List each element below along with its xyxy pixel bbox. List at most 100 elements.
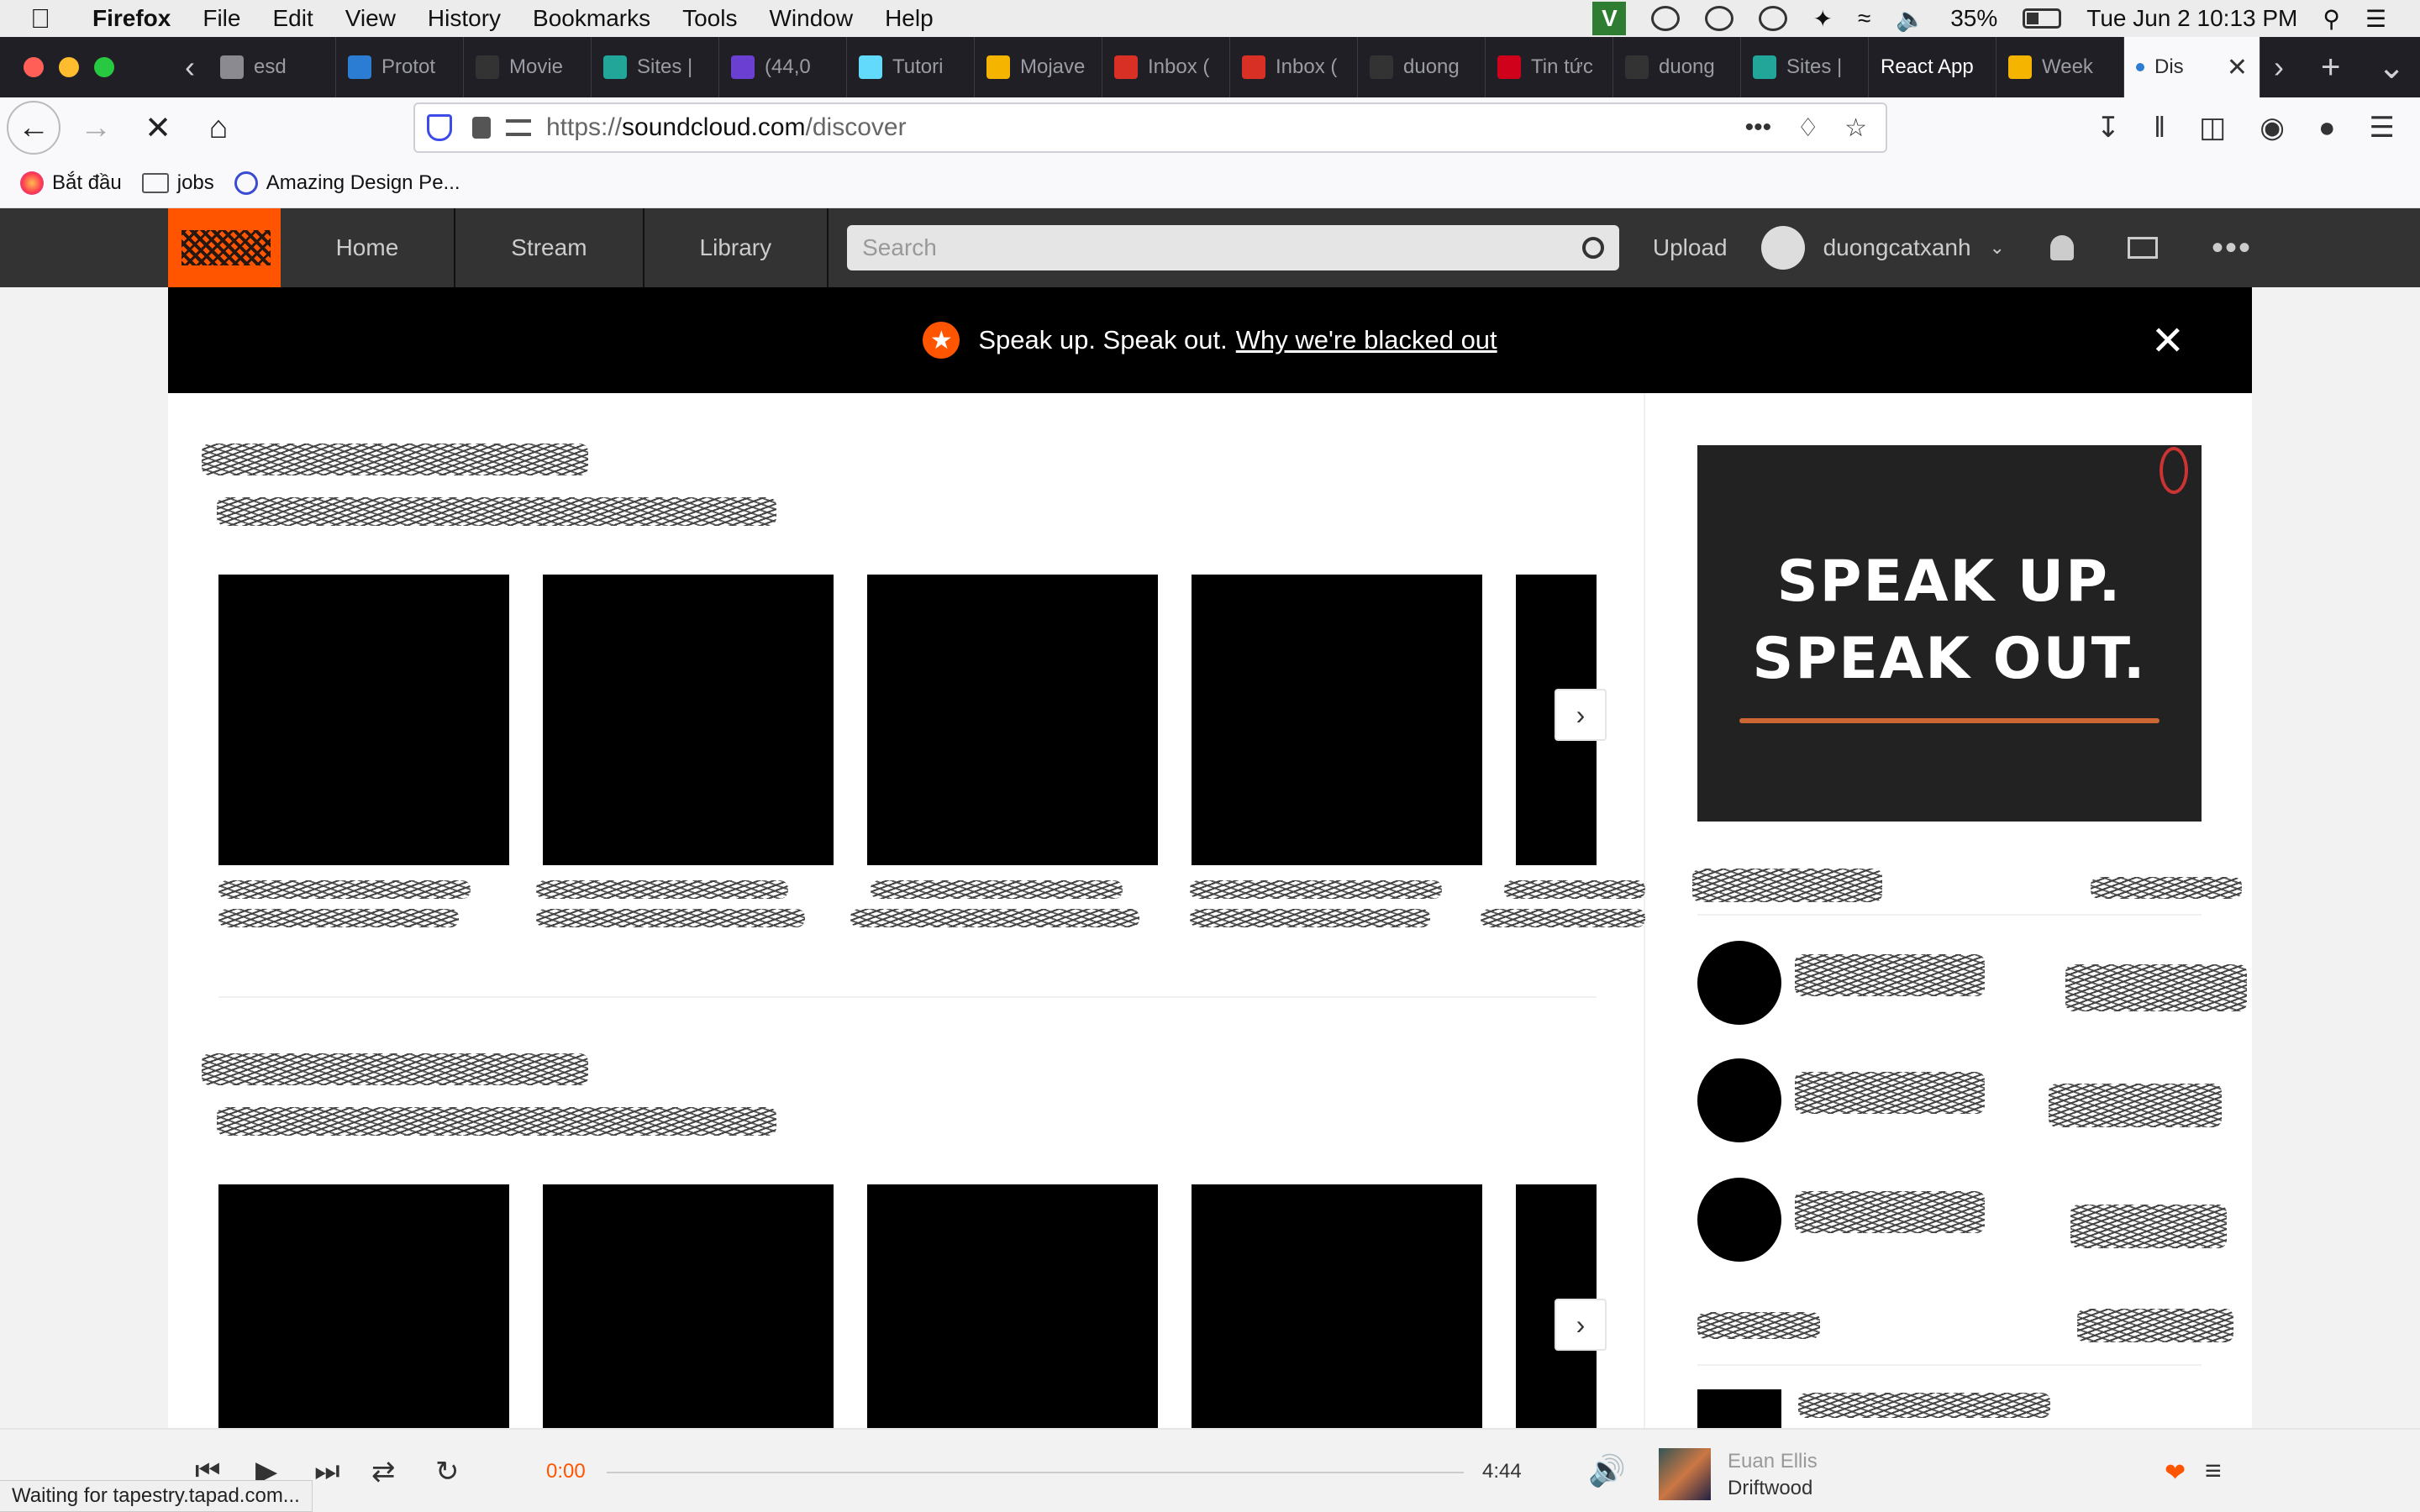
browser-tab[interactable]: Protot xyxy=(336,37,464,97)
scroll-tabs-right-icon[interactable]: › xyxy=(2260,37,2297,97)
volume-icon[interactable]: 🔊 xyxy=(1588,1453,1626,1488)
blackout-info-link[interactable]: Why we're blacked out xyxy=(1236,325,1497,355)
browser-tab[interactable]: Dis ✕ xyxy=(2124,37,2260,97)
browser-tab[interactable]: Inbox ( xyxy=(1230,37,1358,97)
notifications-bell-icon[interactable] xyxy=(2049,235,2074,260)
playlist-tile[interactable] xyxy=(218,575,509,865)
suggested-user-name-redacted[interactable] xyxy=(1795,1072,1985,1114)
carousel-next-icon[interactable]: › xyxy=(1555,1299,1607,1351)
browser-tab[interactable]: Week xyxy=(1996,37,2124,97)
repeat-icon[interactable]: ↻ xyxy=(435,1455,460,1488)
creative-cloud-icon[interactable] xyxy=(1705,6,1734,31)
notification-center-icon[interactable]: ☰ xyxy=(2365,5,2386,33)
soundcloud-logo-icon[interactable] xyxy=(168,208,281,287)
spotlight-search-icon[interactable]: ⚲ xyxy=(2323,5,2340,33)
page-actions-menu-icon[interactable]: ••• xyxy=(1745,113,1772,143)
browser-tab[interactable]: duong xyxy=(1613,37,1741,97)
follow-button-redacted[interactable] xyxy=(2049,1084,2222,1127)
menu-view[interactable]: View xyxy=(345,5,396,32)
tracking-protection-shield-icon[interactable] xyxy=(427,114,452,141)
moon-icon[interactable] xyxy=(1651,6,1681,31)
minimize-window-button[interactable] xyxy=(59,57,79,77)
nav-stream[interactable]: Stream xyxy=(455,208,644,287)
search-input[interactable]: Search xyxy=(847,225,1619,270)
more-options-icon[interactable]: ••• xyxy=(2212,229,2252,267)
url-bar[interactable]: https://soundcloud.com/discover ••• ♢ ☆ xyxy=(413,102,1887,153)
playlist-tile[interactable] xyxy=(1192,575,1482,865)
hamburger-menu-icon[interactable]: ☰ xyxy=(2370,111,2395,144)
shuffle-icon[interactable]: ⇄ xyxy=(371,1455,396,1488)
browser-tab[interactable]: Tin tức xyxy=(1486,37,1613,97)
home-button[interactable]: ⌂ xyxy=(192,101,245,155)
sidebar-link-redacted[interactable] xyxy=(2091,877,2242,899)
likes-track-artwork[interactable] xyxy=(1697,1389,1781,1428)
list-all-tabs-icon[interactable]: ⌄ xyxy=(2377,48,2406,87)
playlist-tile[interactable] xyxy=(1192,1184,1482,1428)
browser-tab[interactable]: Inbox ( xyxy=(1102,37,1230,97)
close-window-button[interactable] xyxy=(24,57,44,77)
permissions-icon[interactable] xyxy=(506,119,531,136)
sidebar-toggle-icon[interactable]: ◫ xyxy=(2199,111,2226,144)
playlist-tile[interactable] xyxy=(867,575,1158,865)
menu-window[interactable]: Window xyxy=(769,5,853,32)
nav-home[interactable]: Home xyxy=(281,208,456,287)
forward-button[interactable]: → xyxy=(69,101,123,155)
playlist-tile[interactable] xyxy=(218,1184,509,1428)
browser-tab[interactable]: Tutori xyxy=(847,37,975,97)
menu-help[interactable]: Help xyxy=(885,5,934,32)
bookmark-star-icon[interactable]: ☆ xyxy=(1844,113,1867,143)
next-track-icon[interactable]: ⏭ xyxy=(314,1455,340,1488)
browser-tab[interactable]: (44,0 xyxy=(719,37,847,97)
track-artist[interactable]: Euan Ellis xyxy=(1728,1450,1818,1473)
follow-button-redacted[interactable] xyxy=(2065,964,2247,1011)
speak-up-promo[interactable]: SPEAK UP. SPEAK OUT. xyxy=(1697,445,2202,822)
browser-tab[interactable]: Sites | xyxy=(1741,37,1869,97)
menu-tools[interactable]: Tools xyxy=(682,5,737,32)
user-menu[interactable]: duongcatxanh ⌄ xyxy=(1760,226,2005,270)
track-title[interactable]: Driftwood xyxy=(1728,1477,1812,1500)
queue-icon[interactable]: ≡ xyxy=(2205,1455,2222,1488)
browser-tab[interactable]: duong xyxy=(1358,37,1486,97)
suggested-user-avatar[interactable] xyxy=(1697,1178,1781,1262)
messages-envelope-icon[interactable] xyxy=(2127,237,2158,259)
playlist-tile[interactable] xyxy=(867,1184,1158,1428)
menu-history[interactable]: History xyxy=(428,5,501,32)
progress-bar[interactable] xyxy=(607,1472,1464,1473)
back-button[interactable]: ← xyxy=(7,101,60,155)
clock[interactable]: Tue Jun 2 10:13 PM xyxy=(2086,5,2297,32)
battery-icon[interactable] xyxy=(2023,8,2062,29)
bookmark-bat-dau[interactable]: Bắt đầu xyxy=(20,171,122,195)
menu-file[interactable]: File xyxy=(203,5,240,32)
bookmark-jobs-folder[interactable]: jobs xyxy=(141,171,214,195)
lock-icon[interactable] xyxy=(472,117,491,139)
browser-tab[interactable]: Sites | xyxy=(592,37,719,97)
apple-menu-icon[interactable]:  xyxy=(30,3,64,34)
pocket-icon[interactable]: ♢ xyxy=(1797,113,1819,143)
search-icon[interactable] xyxy=(1581,237,1604,259)
menu-edit[interactable]: Edit xyxy=(272,5,313,32)
bookmark-amazing-design[interactable]: Amazing Design Pe... xyxy=(234,171,460,195)
browser-tab[interactable]: Movie xyxy=(464,37,592,97)
fullscreen-window-button[interactable] xyxy=(94,57,114,77)
browser-tab[interactable]: Mojave xyxy=(975,37,1102,97)
playlist-tile[interactable] xyxy=(543,1184,834,1428)
nav-library[interactable]: Library xyxy=(644,208,829,287)
upload-link[interactable]: Upload xyxy=(1653,234,1728,261)
vpn-v-icon[interactable]: V xyxy=(1592,2,1627,35)
playlist-tile[interactable] xyxy=(543,575,834,865)
suggested-user-name-redacted[interactable] xyxy=(1795,954,1985,996)
like-heart-icon[interactable]: ❤ xyxy=(2165,1458,2186,1488)
close-tab-icon[interactable]: ✕ xyxy=(2227,53,2248,82)
scroll-tabs-left-icon[interactable]: ‹ xyxy=(171,37,208,97)
follow-button-redacted[interactable] xyxy=(2070,1205,2227,1248)
downloads-icon[interactable]: ↧ xyxy=(2096,111,2121,144)
menu-bookmarks[interactable]: Bookmarks xyxy=(533,5,650,32)
wifi-icon[interactable]: ≈ xyxy=(1858,5,1870,32)
bluetooth-icon[interactable]: ✦ xyxy=(1812,5,1832,33)
menu-app-name[interactable]: Firefox xyxy=(92,5,171,32)
stop-loading-button[interactable]: ✕ xyxy=(131,101,185,155)
account-icon[interactable]: ◉ xyxy=(2260,111,2285,144)
sidebar-link-redacted[interactable] xyxy=(2077,1309,2233,1342)
extension-icon[interactable]: ● xyxy=(2318,112,2336,144)
track-artwork[interactable] xyxy=(1659,1448,1711,1500)
